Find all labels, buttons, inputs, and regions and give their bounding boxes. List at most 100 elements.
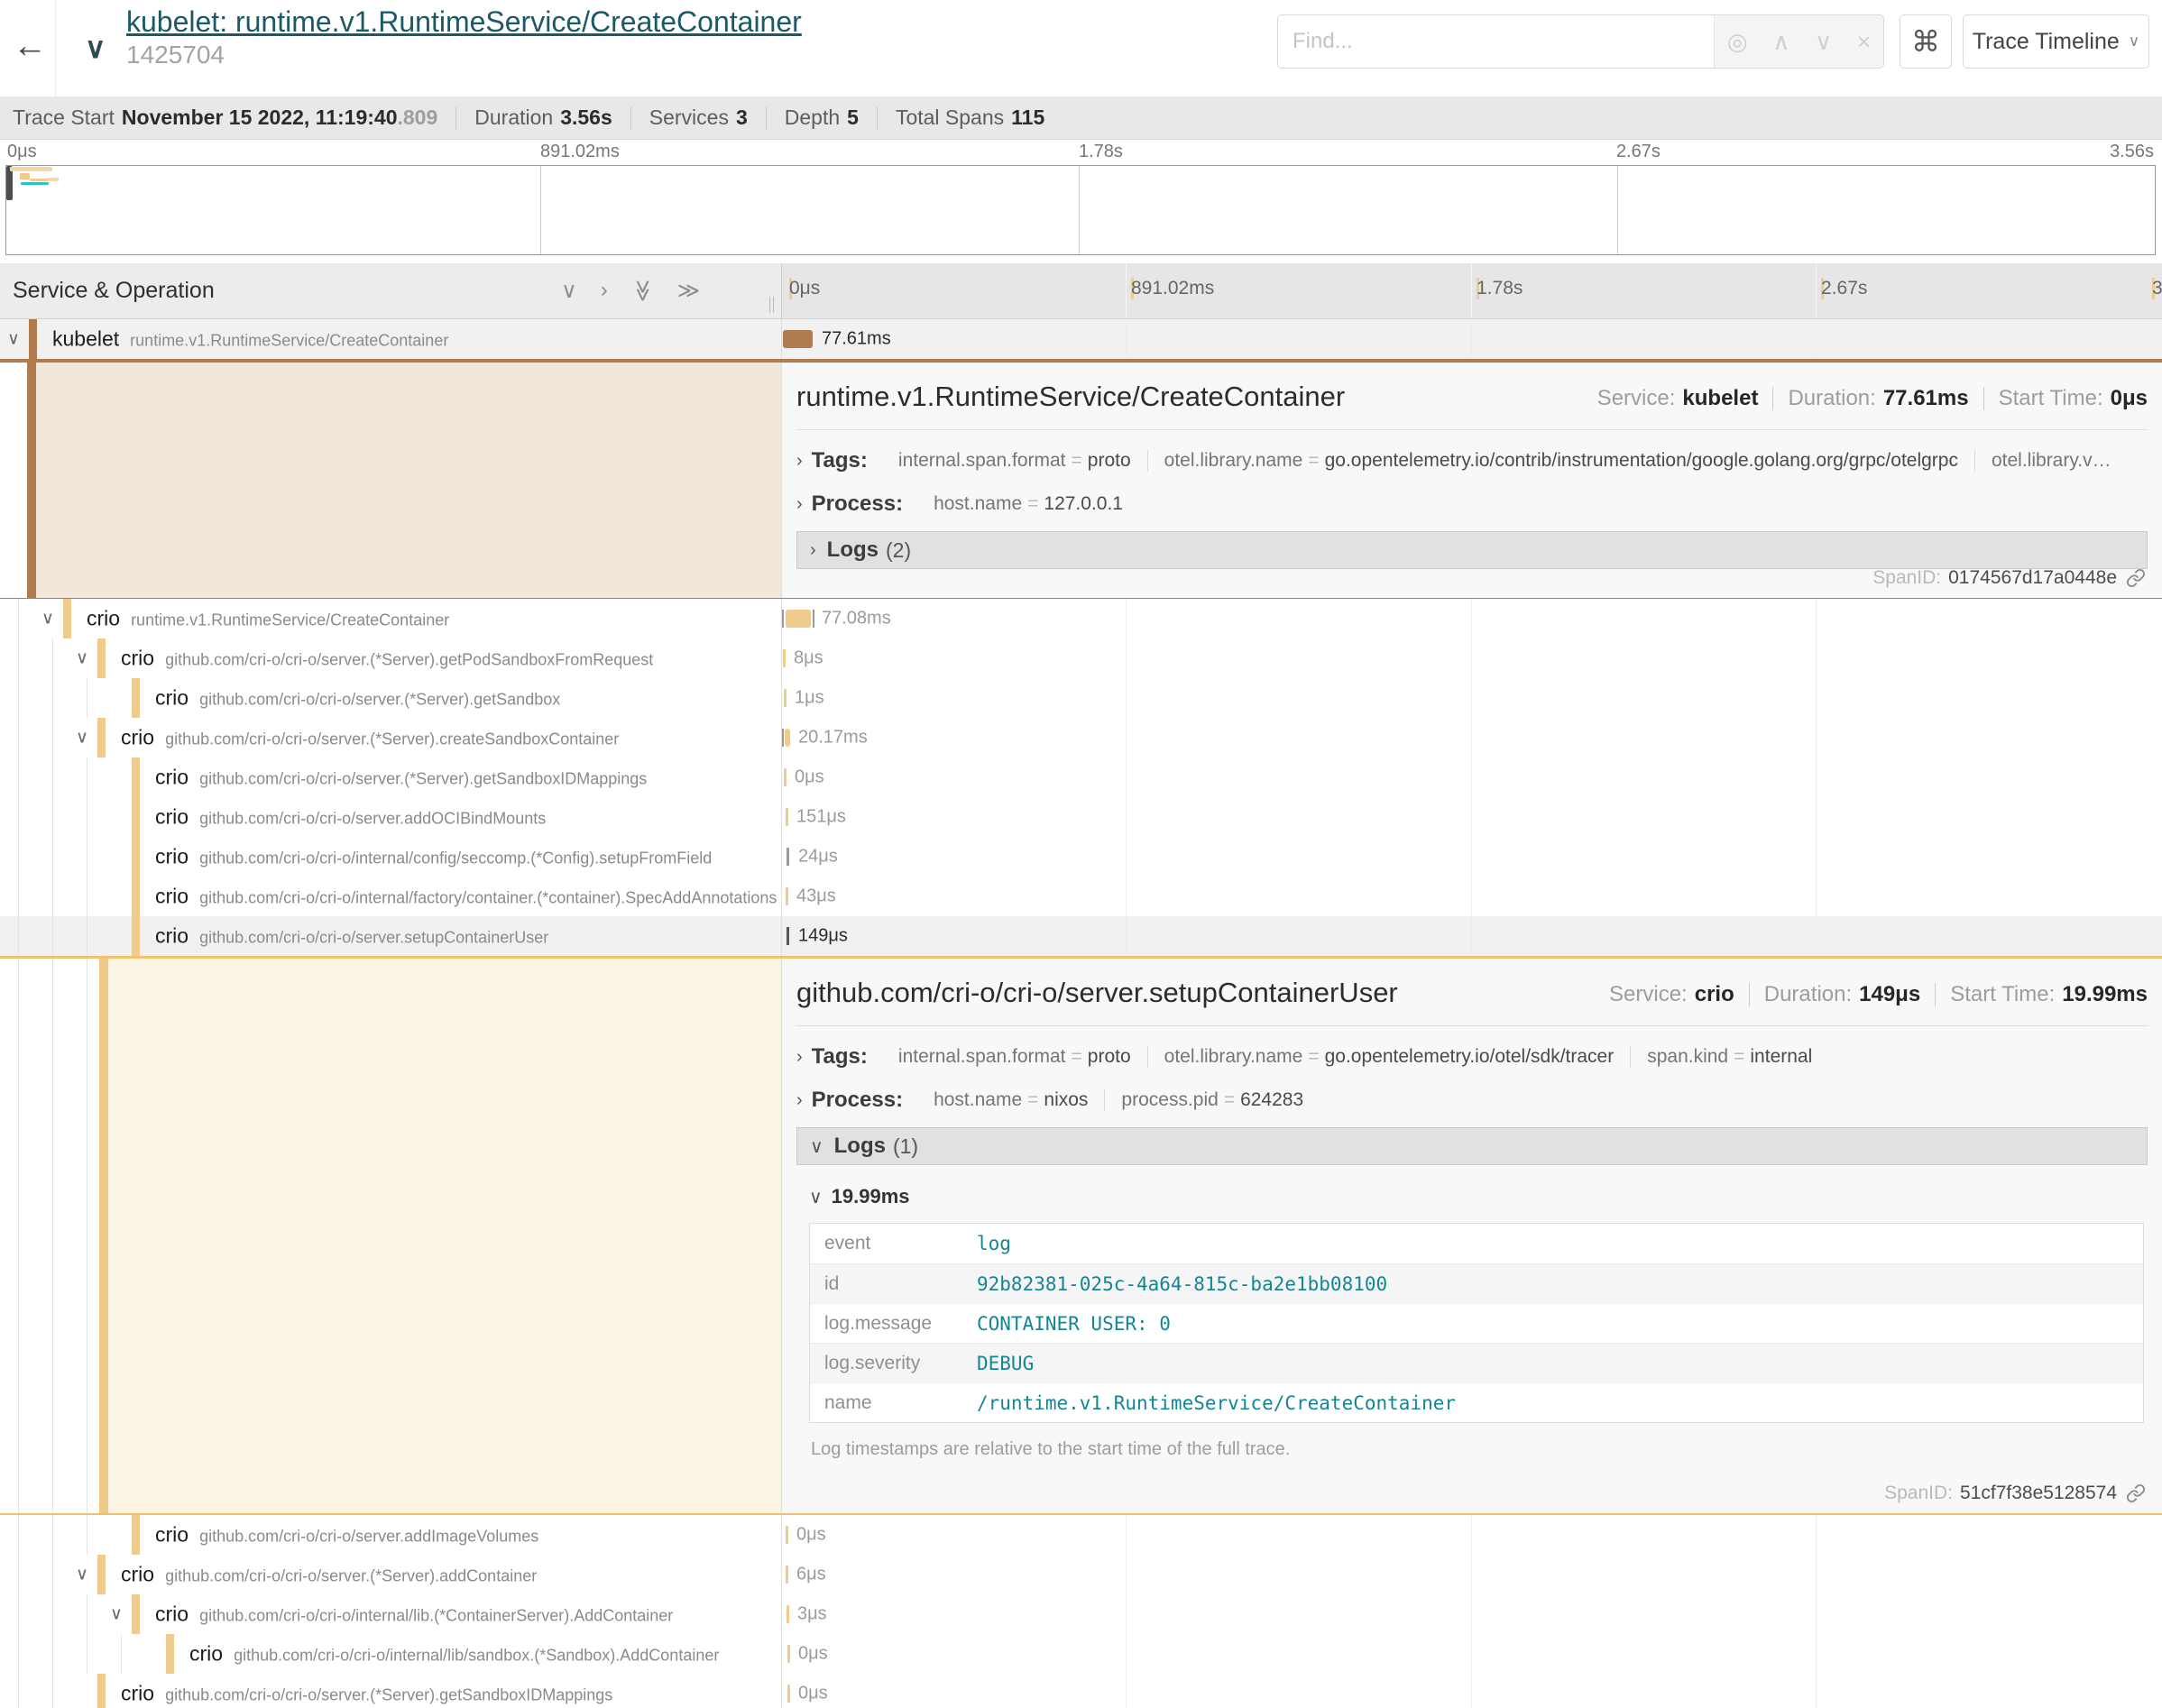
span-detail-meta: Service:crio Duration:149μs Start Time:1…: [1609, 977, 2148, 1007]
link-icon[interactable]: [2126, 1483, 2146, 1503]
span-duration-bar[interactable]: [783, 649, 786, 667]
span-color-bar: [63, 599, 71, 638]
start-time-label: Start Time:: [1950, 982, 2055, 1007]
axis-tick: 891.02ms: [1131, 278, 1134, 299]
tags-row[interactable]: › Tags: internal.span.format=proto otel.…: [796, 448, 2148, 473]
command-icon: ⌘: [1911, 24, 1940, 59]
table-row: name /runtime.v1.RuntimeService/CreateCo…: [810, 1382, 2143, 1422]
span-duration-bar[interactable]: [787, 927, 789, 945]
span-service: crio: [155, 766, 189, 789]
span-row[interactable]: ∨ criogithub.com/cri-o/cri-o/internal/li…: [0, 1594, 2162, 1634]
minimap-tick: 0μs: [7, 142, 37, 162]
find-prev-icon[interactable]: ∧: [1772, 28, 1789, 56]
span-row[interactable]: criogithub.com/cri-o/cri-o/server.(*Serv…: [0, 678, 2162, 718]
span-duration-bar[interactable]: [787, 1685, 790, 1703]
link-icon[interactable]: [2126, 568, 2146, 588]
span-duration-label: 0μs: [798, 1644, 828, 1665]
log-entry-toggle[interactable]: ∨ 19.99ms: [809, 1185, 2148, 1208]
span-duration-bar[interactable]: [784, 689, 787, 707]
span-duration-bar[interactable]: [786, 610, 811, 628]
chevron-down-icon[interactable]: ∨: [76, 648, 88, 669]
column-resizer-handle[interactable]: [769, 297, 774, 313]
span-duration-label: 0μs: [795, 767, 824, 788]
span-detail-panel: runtime.v1.RuntimeService/CreateContaine…: [0, 359, 2162, 599]
span-service: crio: [121, 1682, 154, 1705]
back-arrow-icon[interactable]: ←: [13, 27, 47, 66]
span-row[interactable]: criogithub.com/cri-o/cri-o/server.(*Serv…: [0, 1674, 2162, 1708]
span-duration-bar[interactable]: [786, 1566, 788, 1584]
chevron-down-icon[interactable]: ∨: [110, 1604, 123, 1625]
span-row[interactable]: ∨ criogithub.com/cri-o/cri-o/server.(*Se…: [0, 1555, 2162, 1594]
span-duration-bar[interactable]: [786, 887, 788, 905]
logs-label: Logs: [827, 537, 879, 563]
logs-section-toggle[interactable]: › Logs (2): [796, 531, 2148, 569]
span-row[interactable]: criogithub.com/cri-o/cri-o/server.(*Serv…: [0, 758, 2162, 797]
locate-icon[interactable]: ◎: [1727, 28, 1748, 56]
chevron-down-icon[interactable]: ∨: [85, 31, 106, 65]
view-selector-button[interactable]: Trace Timeline ∨: [1963, 14, 2149, 69]
span-operation: runtime.v1.RuntimeService/CreateContaine…: [130, 332, 448, 350]
span-duration-bar[interactable]: [787, 1605, 789, 1623]
span-row[interactable]: criogithub.com/cri-o/cri-o/internal/conf…: [0, 837, 2162, 877]
span-operation: github.com/cri-o/cri-o/internal/factory/…: [199, 889, 777, 907]
span-operation: github.com/cri-o/cri-o/internal/config/s…: [199, 849, 712, 868]
keyboard-shortcuts-button[interactable]: ⌘: [1900, 14, 1952, 69]
span-operation: github.com/cri-o/cri-o/server.(*Server).…: [165, 651, 653, 669]
chevron-right-icon: ›: [796, 1090, 803, 1111]
span-color-bar: [97, 718, 106, 758]
log-entry: ∨ 19.99ms event log id 92b82381-025c-4a6…: [796, 1185, 2148, 1460]
log-field-value: CONTAINER USER: 0: [977, 1313, 1171, 1335]
span-row[interactable]: ∨ criogithub.com/cri-o/cri-o/server.(*Se…: [0, 718, 2162, 758]
chevron-down-icon[interactable]: ∨: [7, 329, 20, 350]
logs-section-toggle[interactable]: ∨ Logs (1): [796, 1127, 2148, 1165]
span-row[interactable]: ∨ criogithub.com/cri-o/cri-o/server.(*Se…: [0, 638, 2162, 678]
logs-count: (2): [886, 538, 911, 563]
span-row[interactable]: criogithub.com/cri-o/cri-o/server.setupC…: [0, 916, 2162, 956]
log-entry-time: 19.99ms: [832, 1185, 910, 1208]
span-row[interactable]: criogithub.com/cri-o/cri-o/server.addIma…: [0, 1515, 2162, 1555]
span-row[interactable]: criogithub.com/cri-o/cri-o/server.addOCI…: [0, 797, 2162, 837]
tags-row[interactable]: › Tags: internal.span.format=proto otel.…: [796, 1044, 2148, 1070]
process-row[interactable]: › Process: host.name=nixos process.pid=6…: [796, 1088, 2148, 1113]
axis-tick: 0μs: [789, 278, 792, 299]
span-row[interactable]: ∨ crioruntime.v1.RuntimeService/CreateCo…: [0, 599, 2162, 638]
tag-value: proto: [1088, 450, 1131, 471]
span-duration-bar[interactable]: [787, 848, 789, 866]
span-duration-bar[interactable]: [784, 768, 787, 786]
find-next-icon[interactable]: ∨: [1815, 28, 1832, 56]
span-rows: ∨ kubeletruntime.v1.RuntimeService/Creat…: [0, 319, 2162, 1708]
span-duration-bar[interactable]: [787, 1645, 790, 1663]
chevron-down-icon[interactable]: ∨: [41, 609, 54, 629]
expand-one-icon[interactable]: ›: [601, 278, 608, 304]
span-duration-bar[interactable]: [783, 330, 813, 348]
span-duration-bar[interactable]: [786, 1526, 788, 1544]
span-duration-bar[interactable]: [785, 729, 790, 747]
trace-minimap[interactable]: [5, 165, 2156, 255]
span-color-bar: [132, 678, 140, 718]
process-key: host.name: [934, 493, 1022, 514]
minimap-tick: 1.78s: [1079, 142, 1123, 162]
tags-label: Tags:: [812, 448, 868, 473]
span-row[interactable]: criogithub.com/cri-o/cri-o/internal/lib/…: [0, 1634, 2162, 1674]
find-input[interactable]: [1278, 15, 1714, 68]
span-row[interactable]: criogithub.com/cri-o/cri-o/internal/fact…: [0, 877, 2162, 916]
chevron-down-icon[interactable]: ∨: [76, 1565, 88, 1585]
span-color-bar: [132, 758, 140, 797]
span-detail-title: github.com/cri-o/cri-o/server.setupConta…: [796, 977, 1398, 1009]
equals-sign: =: [1027, 1089, 1038, 1110]
span-operation: github.com/cri-o/cri-o/internal/lib.(*Co…: [199, 1607, 673, 1625]
trace-title-link[interactable]: kubelet: runtime.v1.RuntimeService/Creat…: [126, 5, 802, 38]
expand-all-icon[interactable]: ≫: [677, 278, 700, 304]
chevron-down-icon[interactable]: ∨: [76, 728, 88, 748]
start-time-value: 19.99ms: [2062, 982, 2148, 1007]
collapse-all-icon[interactable]: ≫: [630, 280, 656, 302]
process-row[interactable]: › Process: host.name=127.0.0.1: [796, 491, 2148, 517]
collapse-one-icon[interactable]: ∨: [561, 278, 577, 304]
span-duration-label: 8μs: [794, 648, 823, 669]
find-clear-icon[interactable]: ×: [1857, 28, 1871, 56]
span-service: crio: [121, 726, 154, 749]
span-duration-bar[interactable]: [786, 808, 788, 826]
span-operation: github.com/cri-o/cri-o/server.setupConta…: [199, 929, 548, 947]
minimap-span-bar: [30, 179, 49, 181]
span-row[interactable]: ∨ kubeletruntime.v1.RuntimeService/Creat…: [0, 319, 2162, 359]
